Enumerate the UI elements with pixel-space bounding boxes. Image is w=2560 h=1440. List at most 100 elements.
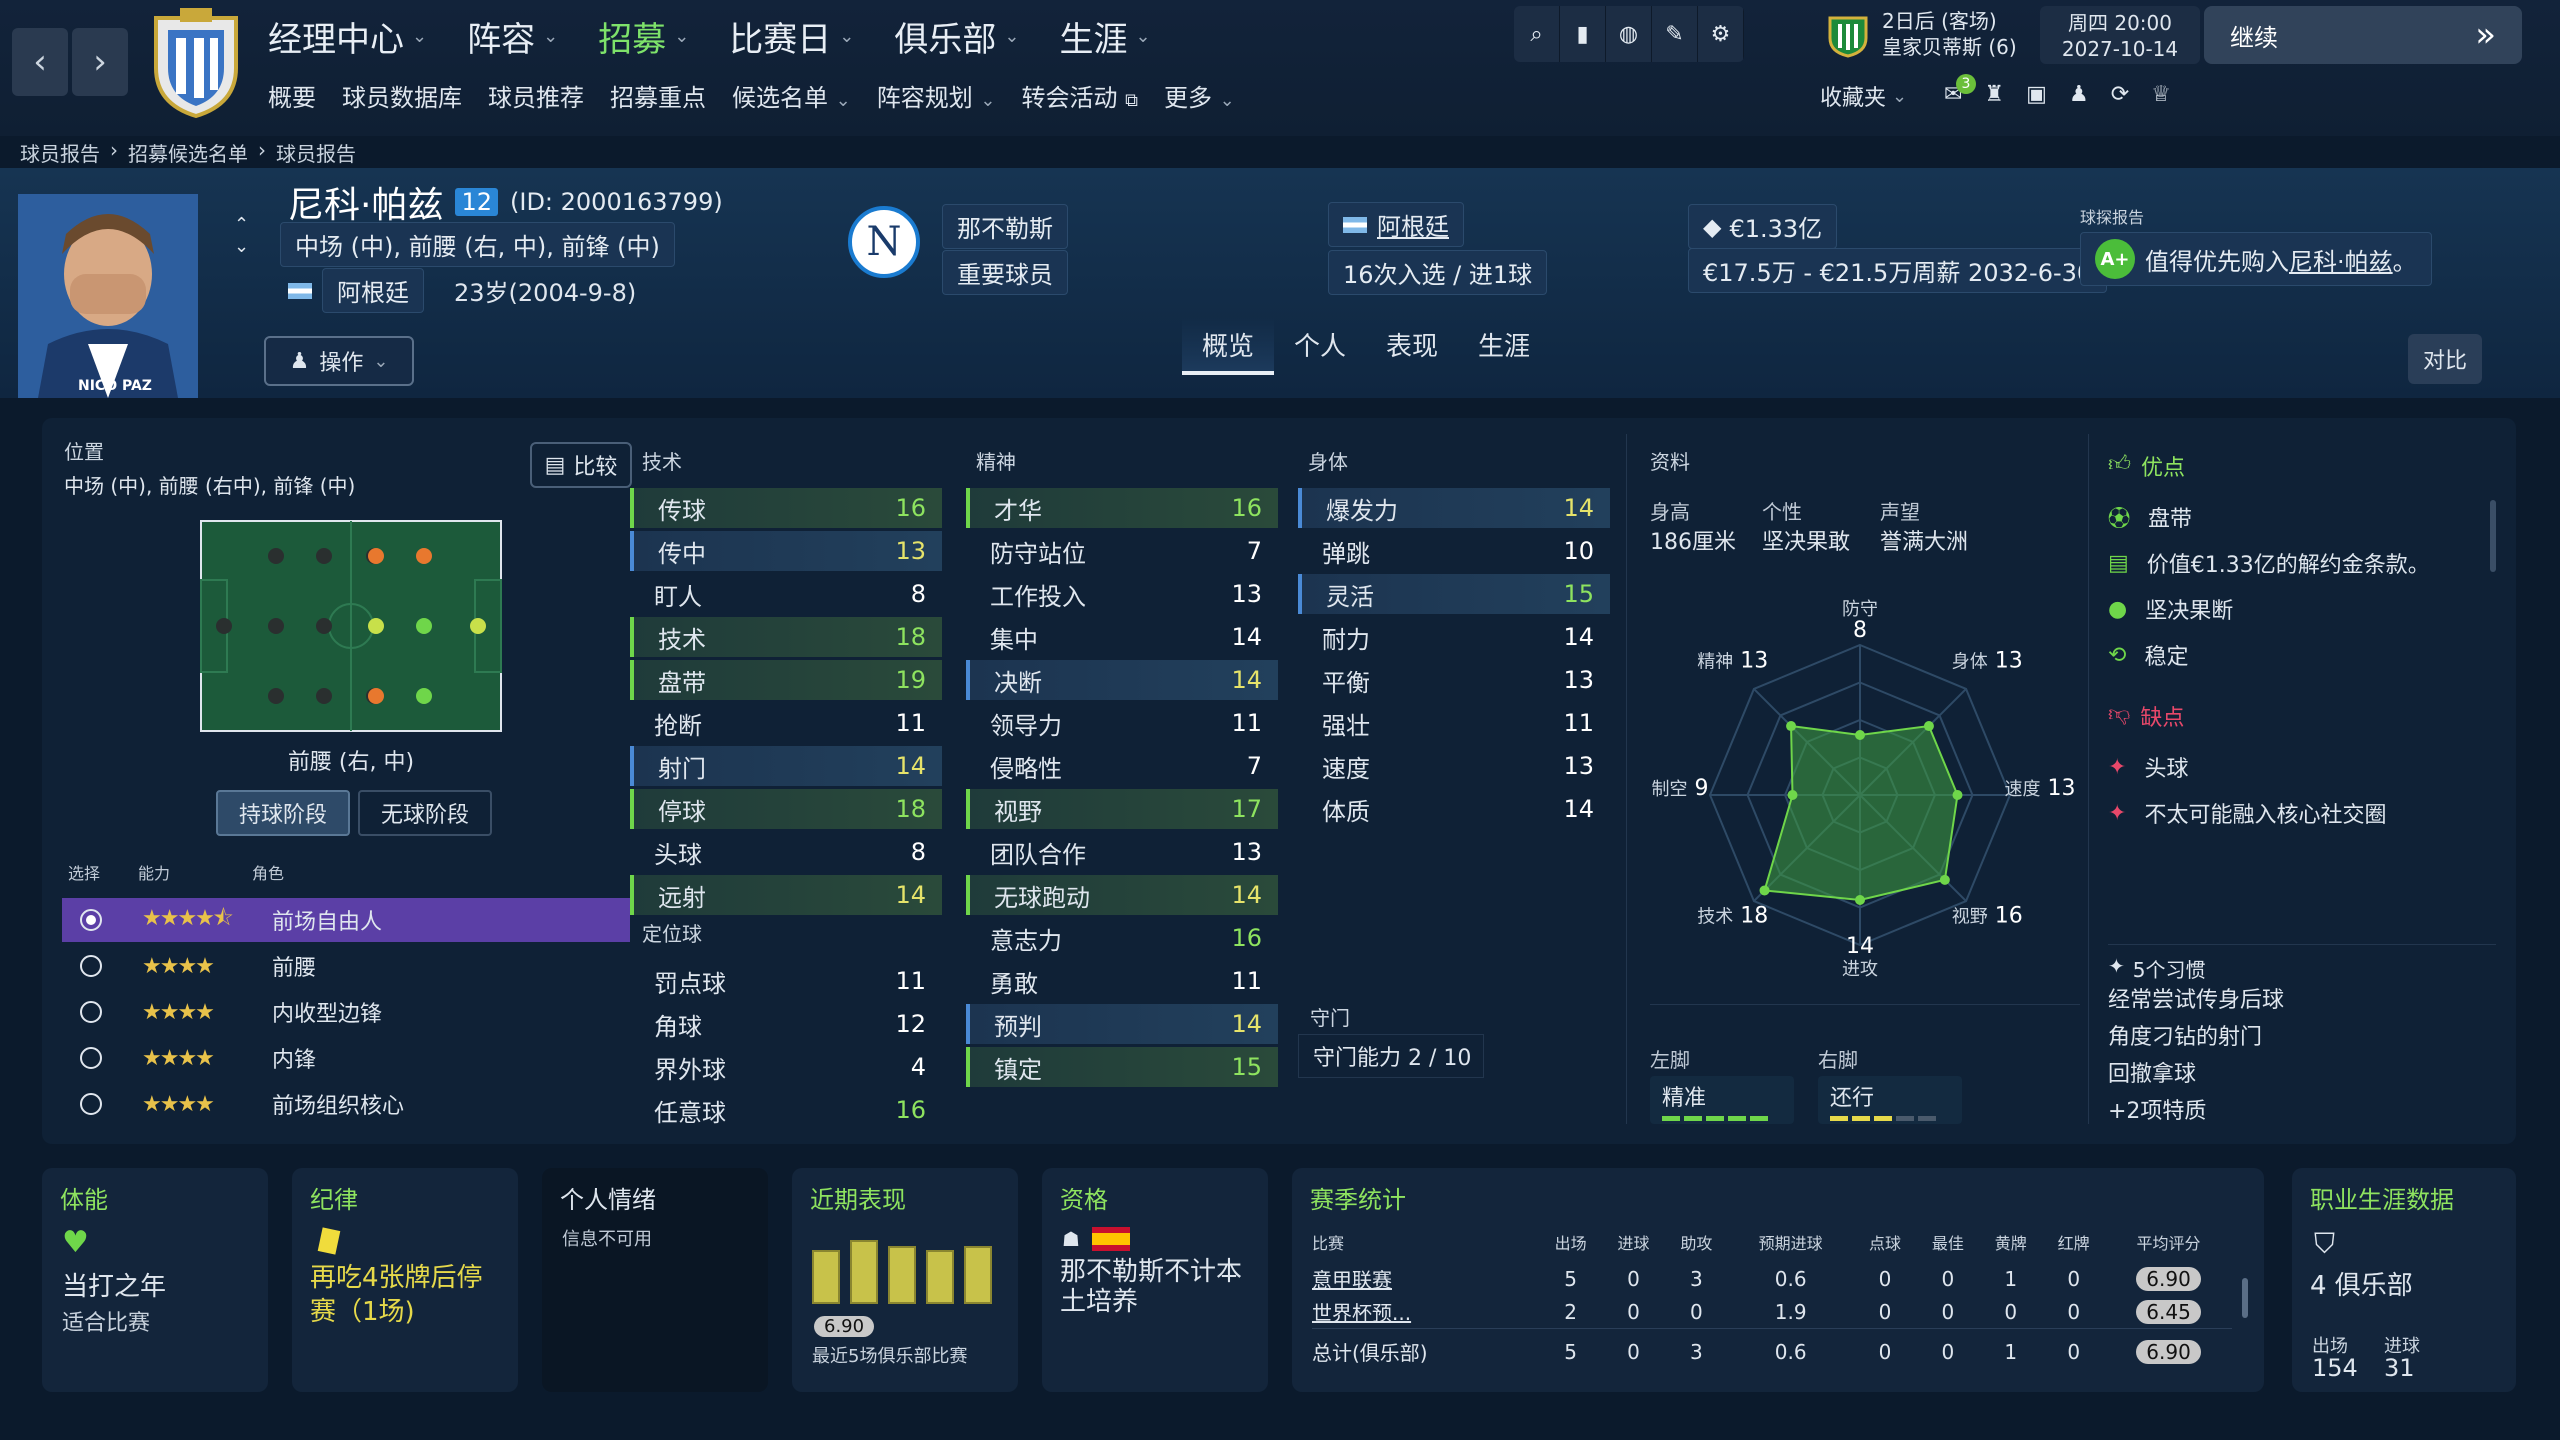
search-icon[interactable]: ⌕ (1514, 6, 1560, 62)
trophy-icon[interactable]: ♕ (2151, 82, 2171, 107)
compare-button[interactable]: 对比 (2408, 334, 2482, 384)
submenu-player-database[interactable]: 球员数据库 (342, 78, 462, 113)
attribute-row[interactable]: 决断 14 (966, 660, 1278, 700)
role-row[interactable]: ★★★★ 内收型边锋 (62, 990, 630, 1034)
menu-career[interactable]: 生涯 ⌄ (1059, 12, 1150, 61)
attribute-row[interactable]: 传中 13 (630, 531, 942, 571)
continue-button[interactable]: 继续 » (2204, 6, 2522, 64)
menu-club[interactable]: 俱乐部 ⌄ (894, 12, 1019, 61)
attribute-row[interactable]: 镇定 15 (966, 1047, 1278, 1087)
submenu-player-recommend[interactable]: 球员推荐 (488, 78, 584, 113)
tab-overview[interactable]: 概览 (1182, 318, 1275, 375)
attribute-row[interactable]: 集中 14 (966, 617, 1278, 657)
chevron-up-icon[interactable]: ⌃ (234, 214, 249, 236)
gear-icon[interactable]: ⚙ (1698, 6, 1744, 62)
back-arrow-icon[interactable]: ‹ (12, 28, 68, 96)
attribute-row[interactable]: 预判 14 (966, 1004, 1278, 1044)
role-radio[interactable] (80, 955, 102, 977)
chevron-down-icon[interactable]: ⌄ (234, 236, 249, 258)
edit-icon[interactable]: ✎ (1652, 6, 1698, 62)
attribute-row[interactable]: 头球 8 (630, 832, 942, 872)
season-row[interactable]: 意甲联赛 5 0 3 0.6 0 0 1 0 6.90 (1312, 1262, 2232, 1295)
pros-scrollbar[interactable] (2490, 500, 2496, 572)
attribute-row[interactable]: 防守站位 7 (966, 531, 1278, 571)
breadcrumb-item[interactable]: 球员报告 (20, 138, 100, 167)
attribute-row[interactable]: 停球 18 (630, 789, 942, 829)
club-crest-napoli-icon[interactable]: N (848, 206, 920, 278)
season-scrollbar[interactable] (2242, 1278, 2248, 1318)
positions-compare-button[interactable]: ▤ 比较 (530, 442, 632, 488)
player-nation[interactable]: 阿根廷 (322, 268, 424, 313)
message-icon[interactable]: ✉ 3 (1944, 74, 1976, 107)
attribute-row[interactable]: 射门 14 (630, 746, 942, 786)
shirt-icon[interactable]: ♜ (1984, 82, 2004, 107)
attribute-row[interactable]: 体质 14 (1298, 789, 1610, 829)
menu-recruitment[interactable]: 招募 ⌄ (598, 12, 689, 61)
season-row[interactable]: 世界杯预... 2 0 0 1.9 0 0 0 0 6.45 (1312, 1295, 2232, 1329)
submenu-more[interactable]: 更多 ⌄ (1164, 78, 1235, 113)
intl-nation[interactable]: 阿根廷 (1328, 202, 1464, 247)
attribute-row[interactable]: 传球 16 (630, 488, 942, 528)
role-row[interactable]: ★★★★ 内锋 (62, 1036, 630, 1080)
action-button[interactable]: ♟ 操作 ⌄ (264, 336, 414, 386)
tab-personal[interactable]: 个人 (1274, 318, 1366, 375)
attribute-row[interactable]: 工作投入 13 (966, 574, 1278, 614)
attribute-row[interactable]: 界外球 4 (630, 1047, 942, 1087)
attribute-row[interactable]: 意志力 16 (966, 918, 1278, 958)
breadcrumb-item[interactable]: 招募候选名单 (128, 138, 248, 167)
scout-report[interactable]: A+ 值得优先购入 尼科·帕兹。 (2080, 232, 2432, 286)
attribute-row[interactable]: 灵活 15 (1298, 574, 1610, 614)
submenu-recruit-focus[interactable]: 招募重点 (610, 78, 706, 113)
role-row[interactable]: ★★★★ 前腰 (62, 944, 630, 988)
attribute-row[interactable]: 盯人 8 (630, 574, 942, 614)
attribute-row[interactable]: 平衡 13 (1298, 660, 1610, 700)
submenu-squad-planner[interactable]: 阵容规划 ⌄ (877, 78, 996, 113)
bookmark-icon[interactable]: ▮ (1560, 6, 1606, 62)
role-radio[interactable] (80, 1001, 102, 1023)
forward-arrow-icon[interactable]: › (72, 28, 128, 96)
submenu-shortlist[interactable]: 候选名单 ⌄ (732, 78, 851, 113)
role-radio[interactable] (80, 909, 102, 931)
attribute-row[interactable]: 领导力 11 (966, 703, 1278, 743)
attribute-row[interactable]: 角球 12 (630, 1004, 942, 1044)
attribute-row[interactable]: 远射 14 (630, 875, 942, 915)
attribute-row[interactable]: 罚点球 11 (630, 961, 942, 1001)
role-radio[interactable] (80, 1047, 102, 1069)
attribute-row[interactable]: 耐力 14 (1298, 617, 1610, 657)
tab-career[interactable]: 生涯 (1458, 318, 1550, 375)
submenu-transfer-activity[interactable]: 转会活动 ⧉ (1021, 78, 1138, 113)
attribute-row[interactable]: 强壮 11 (1298, 703, 1610, 743)
role-row[interactable]: ★★★★ 前场组织核心 (62, 1082, 630, 1126)
menu-manager-center[interactable]: 经理中心 ⌄ (268, 12, 427, 61)
attribute-row[interactable]: 爆发力 14 (1298, 488, 1610, 528)
menu-squad[interactable]: 阵容 ⌄ (467, 12, 558, 61)
attribute-row[interactable]: 弹跳 10 (1298, 531, 1610, 571)
club-name[interactable]: 那不勒斯 (942, 204, 1068, 249)
globe-icon[interactable]: ◍ (1606, 6, 1652, 62)
player-cycle-arrows[interactable]: ⌃ ⌄ (234, 214, 249, 258)
phase-in-possession[interactable]: 持球阶段 (216, 790, 350, 836)
attribute-row[interactable]: 技术 18 (630, 617, 942, 657)
attribute-row[interactable]: 速度 13 (1298, 746, 1610, 786)
attribute-row[interactable]: 视野 17 (966, 789, 1278, 829)
attribute-row[interactable]: 任意球 16 (630, 1090, 942, 1130)
menu-matchday[interactable]: 比赛日 ⌄ (729, 12, 854, 61)
favorites-dropdown[interactable]: 收藏夹 ⌄ (1820, 80, 1907, 112)
attribute-row[interactable]: 侵略性 7 (966, 746, 1278, 786)
attribute-row[interactable]: 才华 16 (966, 488, 1278, 528)
submenu-overview[interactable]: 概要 (268, 78, 316, 113)
habit-item[interactable]: +2项特质 (2108, 1093, 2284, 1130)
attribute-row[interactable]: 无球跑动 14 (966, 875, 1278, 915)
attribute-row[interactable]: 抢断 11 (630, 703, 942, 743)
staff-icon[interactable]: ♟ (2069, 82, 2089, 107)
refresh-icon[interactable]: ⟳ (2111, 82, 2129, 107)
attribute-row[interactable]: 盘带 19 (630, 660, 942, 700)
attribute-row[interactable]: 团队合作 13 (966, 832, 1278, 872)
clipboard-icon[interactable]: ▣ (2026, 82, 2047, 107)
role-radio[interactable] (80, 1093, 102, 1115)
next-match[interactable]: 2日后 (客场) 皇家贝蒂斯 (6) (1882, 8, 2017, 60)
role-row[interactable]: ★★★★⯪ 前场自由人 (62, 898, 630, 942)
tab-performance[interactable]: 表现 (1366, 318, 1458, 375)
phase-out-possession[interactable]: 无球阶段 (358, 790, 492, 836)
attribute-row[interactable]: 勇敢 11 (966, 961, 1278, 1001)
